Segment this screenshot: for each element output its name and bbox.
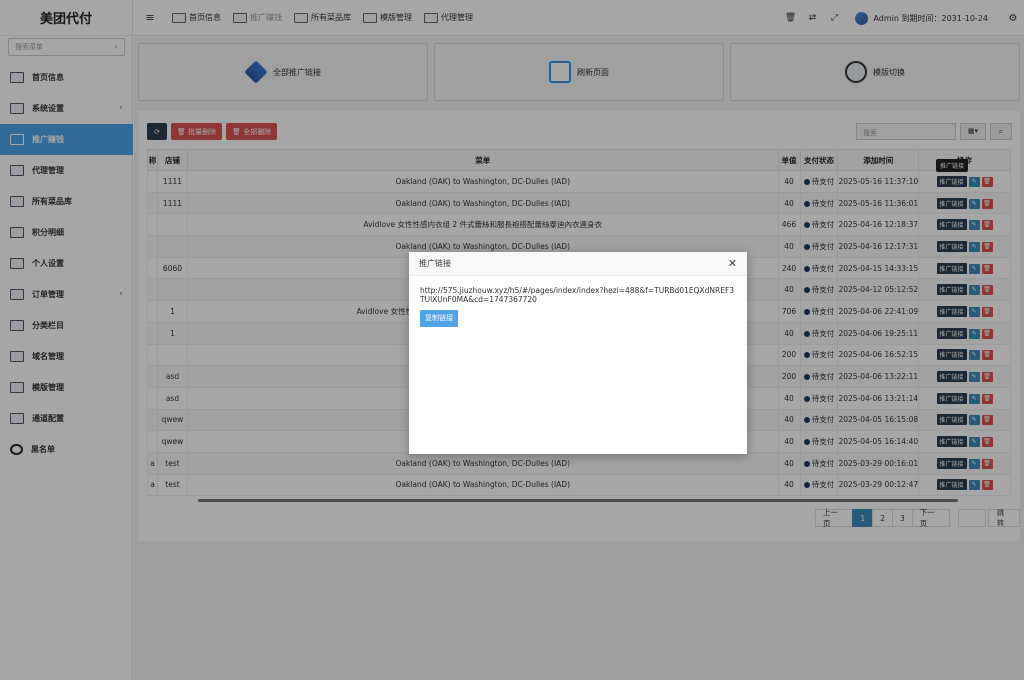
copy-link-button[interactable]: 复制链接: [420, 310, 458, 327]
close-icon[interactable]: ✕: [728, 257, 737, 270]
modal-title: 推广链接: [419, 259, 451, 268]
modal-body: http://575.jiuzhouw.xyz/h5/#/pages/index…: [409, 276, 747, 337]
promo-link-modal: 推广链接 ✕ http://575.jiuzhouw.xyz/h5/#/page…: [409, 252, 747, 454]
promo-url: http://575.jiuzhouw.xyz/h5/#/pages/index…: [420, 286, 735, 304]
modal-header: 推广链接 ✕: [409, 252, 747, 276]
